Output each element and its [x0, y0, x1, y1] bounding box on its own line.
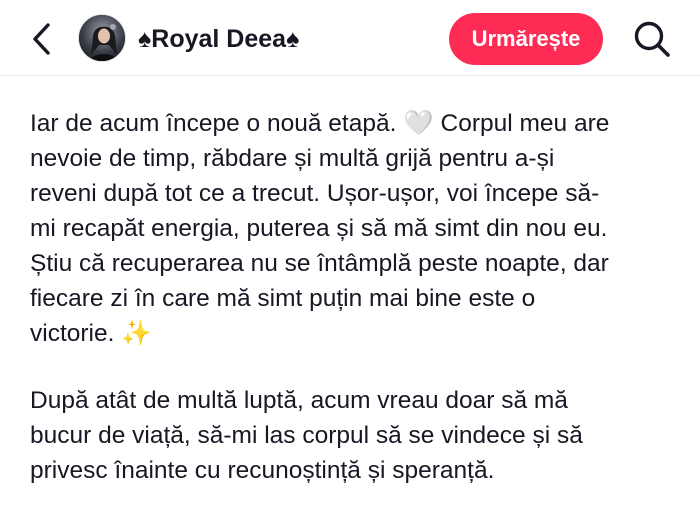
username[interactable]: ♠Royal Deea♠: [138, 20, 299, 58]
post-caption: Iar de acum începe o nouă etapă. 🤍 Corpu…: [30, 106, 680, 488]
caption-line: bucur de viață, să-mi las corpul să se v…: [30, 422, 583, 449]
avatar-image: [79, 15, 125, 61]
search-button[interactable]: [630, 18, 674, 60]
caption-line: După atât de multă luptă, acum vreau doa…: [30, 387, 568, 414]
caption-line: fiecare zi în care mă simt puțin mai bin…: [30, 285, 536, 312]
caption-line: victorie. ✨: [30, 320, 152, 347]
caption-paragraph-2: După atât de multă luptă, acum vreau doa…: [30, 383, 680, 488]
caption-line: Iar de acum începe o nouă etapă. 🤍 Corpu…: [30, 110, 610, 137]
caption-paragraph-1: Iar de acum începe o nouă etapă. 🤍 Corpu…: [30, 106, 680, 351]
chevron-left-icon: [33, 23, 50, 55]
caption-line: mi recapăt energia, puterea și să mă sim…: [30, 215, 608, 242]
caption-line: reveni după tot ce a trecut. Ușor-ușor, …: [30, 180, 600, 207]
top-bar: ♠Royal Deea♠ Urmărește: [0, 0, 700, 76]
app-screen: ♠Royal Deea♠ Urmărește Iar de acum încep…: [0, 0, 700, 514]
follow-button[interactable]: Urmărește: [449, 13, 603, 65]
caption-line: privesc înainte cu recunoștință și spera…: [30, 457, 495, 484]
caption-line: nevoie de timp, răbdare și multă grijă p…: [30, 145, 555, 172]
search-icon: [634, 21, 670, 57]
caption-line: Știu că recuperarea nu se întâmplă peste…: [30, 250, 609, 277]
back-button[interactable]: [26, 20, 58, 58]
avatar[interactable]: [78, 14, 126, 62]
